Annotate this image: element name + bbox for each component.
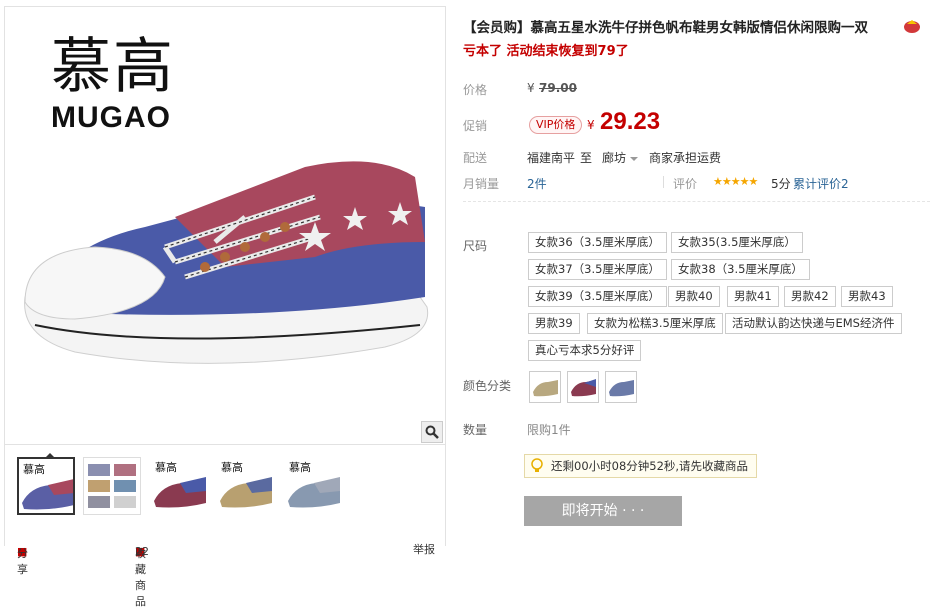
size-option[interactable]: 女款为松糕3.5厘米厚底 bbox=[587, 313, 723, 334]
thumbnail-4[interactable]: 慕高 bbox=[217, 457, 275, 515]
color-label: 颜色分类 bbox=[463, 379, 512, 393]
quantity-limit: 限购1件 bbox=[527, 423, 571, 437]
chevron-down-icon bbox=[630, 156, 639, 161]
countdown-tip: 还剩00小时08分钟52秒,请先收藏商品 bbox=[524, 454, 757, 478]
product-gallery: 慕高 MUGAO 慕高 慕高 慕高 慕高 ■ 分享 ■ 收藏商品 22 举报 bbox=[4, 6, 446, 608]
brand-logo-cn: 慕高 bbox=[51, 32, 175, 102]
review-count-link[interactable]: 累计评价2 bbox=[793, 175, 849, 192]
color-swatch-image bbox=[609, 380, 634, 397]
promo-price: 29.23 bbox=[600, 108, 661, 135]
size-option[interactable]: 女款37（3.5厘米厚底） bbox=[528, 259, 667, 280]
thumbnail-1[interactable]: 慕高 bbox=[17, 457, 75, 515]
coming-soon-button[interactable]: 即将开始 · · · bbox=[524, 496, 682, 526]
size-option[interactable]: 女款39（3.5厘米厚底） bbox=[528, 286, 667, 307]
size-option[interactable]: 男款40 bbox=[668, 286, 720, 307]
old-price-currency: ¥ bbox=[527, 81, 535, 95]
size-option[interactable]: 男款41 bbox=[727, 286, 779, 307]
delivery-destination-select[interactable]: 廊坊 bbox=[602, 149, 639, 166]
rating-label: 评价 bbox=[673, 177, 698, 191]
gallery-bottom-bar: ■ 分享 ■ 收藏商品 22 举报 bbox=[17, 543, 435, 608]
thumb-shoe-image bbox=[154, 477, 206, 508]
rating-stars: ★★★★★ bbox=[713, 175, 758, 188]
shoe-image bbox=[24, 161, 429, 364]
thumb-multi-shoe-image bbox=[88, 464, 136, 508]
thumbnail-2[interactable] bbox=[83, 457, 141, 515]
thumb-shoe-image bbox=[220, 477, 272, 508]
size-option[interactable]: 男款39 bbox=[528, 313, 580, 334]
brand-logo-en: MUGAO bbox=[51, 101, 171, 134]
size-label: 尺码 bbox=[463, 239, 488, 253]
price-currency: ¥ bbox=[587, 118, 595, 132]
favorite-count: 22 bbox=[135, 545, 149, 558]
vip-price-badge: VIP价格 bbox=[529, 116, 583, 134]
delivery-from: 福建南平 bbox=[527, 151, 576, 165]
color-option-red-blue[interactable] bbox=[567, 371, 599, 403]
countdown-text: 还剩00小时08分钟52秒,请先收藏商品 bbox=[551, 459, 749, 473]
delivery-label: 配送 bbox=[463, 151, 488, 165]
vip-crown-icon bbox=[904, 20, 920, 33]
main-product-image[interactable]: 慕高 MUGAO bbox=[5, 7, 445, 443]
thumbnail-5[interactable]: 慕高 bbox=[285, 457, 343, 515]
lightbulb-icon bbox=[531, 458, 543, 472]
size-option[interactable]: 女款35(3.5厘米厚底） bbox=[671, 232, 803, 253]
color-swatch-image bbox=[533, 380, 558, 397]
thumbnail-3[interactable]: 慕高 bbox=[151, 457, 209, 515]
size-option[interactable]: 女款36（3.5厘米厚底） bbox=[528, 232, 667, 253]
size-option[interactable]: 男款42 bbox=[784, 286, 836, 307]
original-price: 79.00 bbox=[539, 81, 577, 95]
thumbnail-strip: 慕高 慕高 慕高 慕高 bbox=[5, 444, 445, 522]
sales-label: 月销量 bbox=[463, 177, 500, 191]
thumb-shoe-image bbox=[22, 479, 73, 510]
magnifier-icon bbox=[425, 425, 439, 439]
zoom-button[interactable] bbox=[421, 421, 443, 443]
rating-score: 5分 bbox=[771, 177, 791, 191]
product-info: 【会员购】慕高五星水洗牛仔拼色帆布鞋男女韩版情侣休闲限购一双 亏本了 活动结束恢… bbox=[463, 0, 930, 546]
product-title: 【会员购】慕高五星水洗牛仔拼色帆布鞋男女韩版情侣休闲限购一双 bbox=[463, 20, 868, 36]
size-option[interactable]: 真心亏本求5分好评 bbox=[528, 340, 642, 361]
size-option[interactable]: 男款43 bbox=[841, 286, 893, 307]
size-option[interactable]: 女款38（3.5厘米厚底） bbox=[671, 259, 810, 280]
color-option-khaki[interactable] bbox=[529, 371, 561, 403]
thumb-shoe-image bbox=[288, 477, 340, 508]
promo-label: 促销 bbox=[463, 119, 488, 133]
product-subtitle: 亏本了 活动结束恢复到79了 bbox=[463, 44, 629, 59]
size-option[interactable]: 活动默认韵达快递与EMS经济件 bbox=[725, 313, 902, 334]
report-link[interactable]: 举报 bbox=[413, 541, 435, 557]
delivery-to-word: 至 bbox=[580, 151, 593, 165]
quantity-label: 数量 bbox=[463, 423, 488, 437]
color-option-blue[interactable] bbox=[605, 371, 637, 403]
divider bbox=[663, 176, 664, 188]
sales-value: 2件 bbox=[527, 177, 547, 191]
delivery-fee: 商家承担运费 bbox=[649, 151, 722, 165]
price-label: 价格 bbox=[463, 83, 488, 97]
color-swatch-image bbox=[571, 379, 596, 397]
